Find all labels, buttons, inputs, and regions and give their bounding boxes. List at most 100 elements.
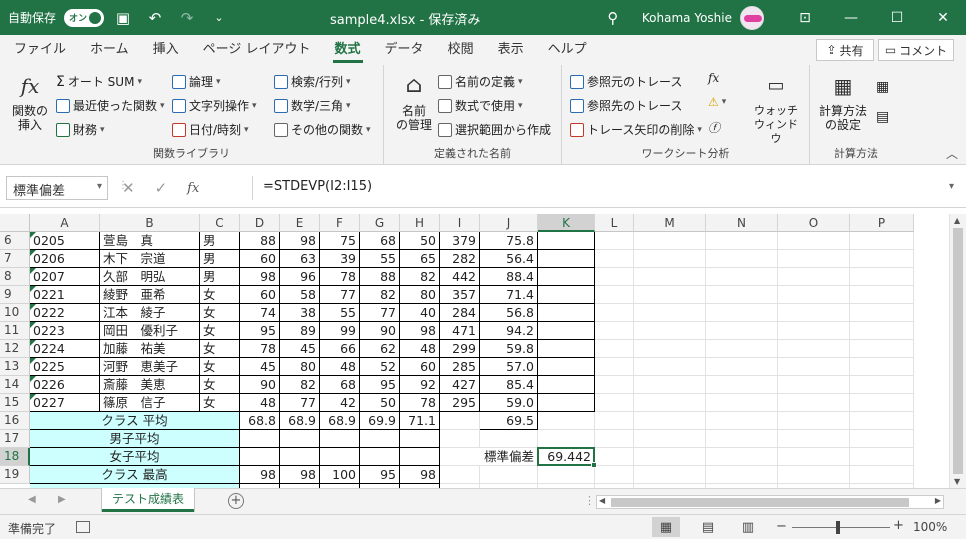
redo-icon[interactable]: ↷ xyxy=(174,5,200,31)
customize-qat-icon[interactable]: ⌄ xyxy=(206,5,232,31)
undo-icon[interactable]: ↶ xyxy=(142,5,168,31)
table-cell[interactable]: 78 xyxy=(320,268,360,286)
table-cell[interactable]: 68 xyxy=(360,232,400,250)
empty-cell[interactable] xyxy=(595,286,634,304)
table-cell[interactable]: 男 xyxy=(200,268,240,286)
empty-cell[interactable] xyxy=(538,304,595,322)
row-header[interactable]: 17 xyxy=(0,430,30,448)
empty-cell[interactable] xyxy=(595,412,634,430)
empty-cell[interactable] xyxy=(706,448,778,466)
table-cell[interactable]: 88 xyxy=(360,268,400,286)
vertical-scrollbar[interactable]: ▲ ▼ xyxy=(949,214,966,488)
table-cell[interactable]: 96 xyxy=(280,268,320,286)
empty-cell[interactable] xyxy=(706,250,778,268)
empty-cell[interactable] xyxy=(706,268,778,286)
empty-cell[interactable] xyxy=(706,340,778,358)
empty-cell[interactable] xyxy=(595,466,634,484)
table-cell[interactable]: 75 xyxy=(320,232,360,250)
column-header[interactable]: H xyxy=(400,214,440,232)
table-cell[interactable]: 92 xyxy=(400,376,440,394)
row-header[interactable]: 12 xyxy=(0,340,30,358)
table-cell[interactable]: 男 xyxy=(200,250,240,268)
table-cell[interactable]: 99 xyxy=(320,322,360,340)
summary-label[interactable]: クラス 最高 xyxy=(30,466,240,484)
lookup-button[interactable]: 検索/行列 ▾ xyxy=(274,73,351,90)
empty-cell[interactable] xyxy=(634,376,706,394)
empty-cell[interactable] xyxy=(706,376,778,394)
tab-help[interactable]: ヘルプ xyxy=(536,35,599,65)
table-cell[interactable]: 66 xyxy=(320,340,360,358)
table-cell[interactable]: 78 xyxy=(400,394,440,412)
empty-cell[interactable] xyxy=(850,322,914,340)
empty-cell[interactable] xyxy=(538,376,595,394)
summary-cell[interactable]: 68.9 xyxy=(280,412,320,430)
summary-cell[interactable] xyxy=(240,448,280,466)
empty-cell[interactable] xyxy=(634,394,706,412)
empty-cell[interactable] xyxy=(850,448,914,466)
summary-label[interactable]: 女子平均 xyxy=(30,448,240,466)
table-cell[interactable]: 295 xyxy=(440,394,480,412)
autosum-button[interactable]: Σ オート SUM ▾ xyxy=(56,73,142,90)
row-header[interactable]: 18 xyxy=(0,448,30,466)
row-header[interactable]: 15 xyxy=(0,394,30,412)
empty-cell[interactable] xyxy=(850,268,914,286)
table-cell[interactable]: 0221 xyxy=(30,286,100,304)
row-header[interactable]: 19 xyxy=(0,466,30,484)
table-cell[interactable]: 88 xyxy=(240,232,280,250)
empty-cell[interactable] xyxy=(634,340,706,358)
row-header[interactable]: 13 xyxy=(0,358,30,376)
empty-cell[interactable] xyxy=(538,412,595,430)
formula-input[interactable]: =STDEVP(I2:I15) ▾ xyxy=(252,176,960,200)
scroll-left-icon[interactable]: ◀ xyxy=(599,496,605,505)
table-cell[interactable]: 82 xyxy=(360,286,400,304)
empty-cell[interactable] xyxy=(706,322,778,340)
table-cell[interactable]: 木下 宗道 xyxy=(100,250,200,268)
summary-cell[interactable] xyxy=(400,430,440,448)
table-cell[interactable]: 加藤 祐美 xyxy=(100,340,200,358)
table-cell[interactable]: 95 xyxy=(240,322,280,340)
table-cell[interactable]: 357 xyxy=(440,286,480,304)
zoom-in-icon[interactable]: + xyxy=(893,518,904,533)
table-cell[interactable]: 萱島 真 xyxy=(100,232,200,250)
table-cell[interactable]: 55 xyxy=(320,304,360,322)
empty-cell[interactable] xyxy=(595,430,634,448)
empty-cell[interactable] xyxy=(538,286,595,304)
summary-cell[interactable] xyxy=(360,448,400,466)
table-cell[interactable]: 471 xyxy=(440,322,480,340)
table-cell[interactable]: 60 xyxy=(240,286,280,304)
table-cell[interactable]: 50 xyxy=(400,232,440,250)
empty-cell[interactable] xyxy=(440,430,480,448)
empty-cell[interactable] xyxy=(595,448,634,466)
empty-cell[interactable] xyxy=(778,304,850,322)
error-checking-button[interactable]: ⚠ ▾ xyxy=(708,95,726,109)
column-header[interactable]: P xyxy=(850,214,914,232)
table-cell[interactable]: 綾野 亜希 xyxy=(100,286,200,304)
empty-cell[interactable] xyxy=(595,340,634,358)
summary-cell[interactable] xyxy=(280,430,320,448)
table-cell[interactable]: 90 xyxy=(240,376,280,394)
empty-cell[interactable] xyxy=(634,412,706,430)
tab-insert[interactable]: 挿入 xyxy=(141,35,191,65)
table-cell[interactable]: 50 xyxy=(360,394,400,412)
empty-cell[interactable] xyxy=(440,412,480,430)
table-cell[interactable]: 女 xyxy=(200,322,240,340)
empty-cell[interactable] xyxy=(538,466,595,484)
empty-cell[interactable] xyxy=(850,304,914,322)
table-cell[interactable]: 60 xyxy=(240,250,280,268)
empty-cell[interactable] xyxy=(778,286,850,304)
name-manager-button[interactable]: ⌂ 名前 の管理 xyxy=(392,71,436,133)
tab-data[interactable]: データ xyxy=(373,35,436,65)
table-cell[interactable]: 45 xyxy=(240,358,280,376)
empty-cell[interactable] xyxy=(850,412,914,430)
sheet-tab[interactable]: テスト成績表 xyxy=(102,488,194,512)
scroll-up-icon[interactable]: ▲ xyxy=(954,216,960,225)
empty-cell[interactable] xyxy=(706,466,778,484)
empty-cell[interactable] xyxy=(706,394,778,412)
scroll-down-icon[interactable]: ▼ xyxy=(954,477,960,486)
empty-cell[interactable] xyxy=(480,430,538,448)
summary-cell[interactable]: 69.5 xyxy=(480,412,538,430)
table-cell[interactable]: 55 xyxy=(360,250,400,268)
select-all-corner[interactable] xyxy=(0,214,30,232)
comment-button[interactable]: ▭ コメント xyxy=(878,39,954,61)
math-button[interactable]: 数学/三角 ▾ xyxy=(274,97,351,114)
